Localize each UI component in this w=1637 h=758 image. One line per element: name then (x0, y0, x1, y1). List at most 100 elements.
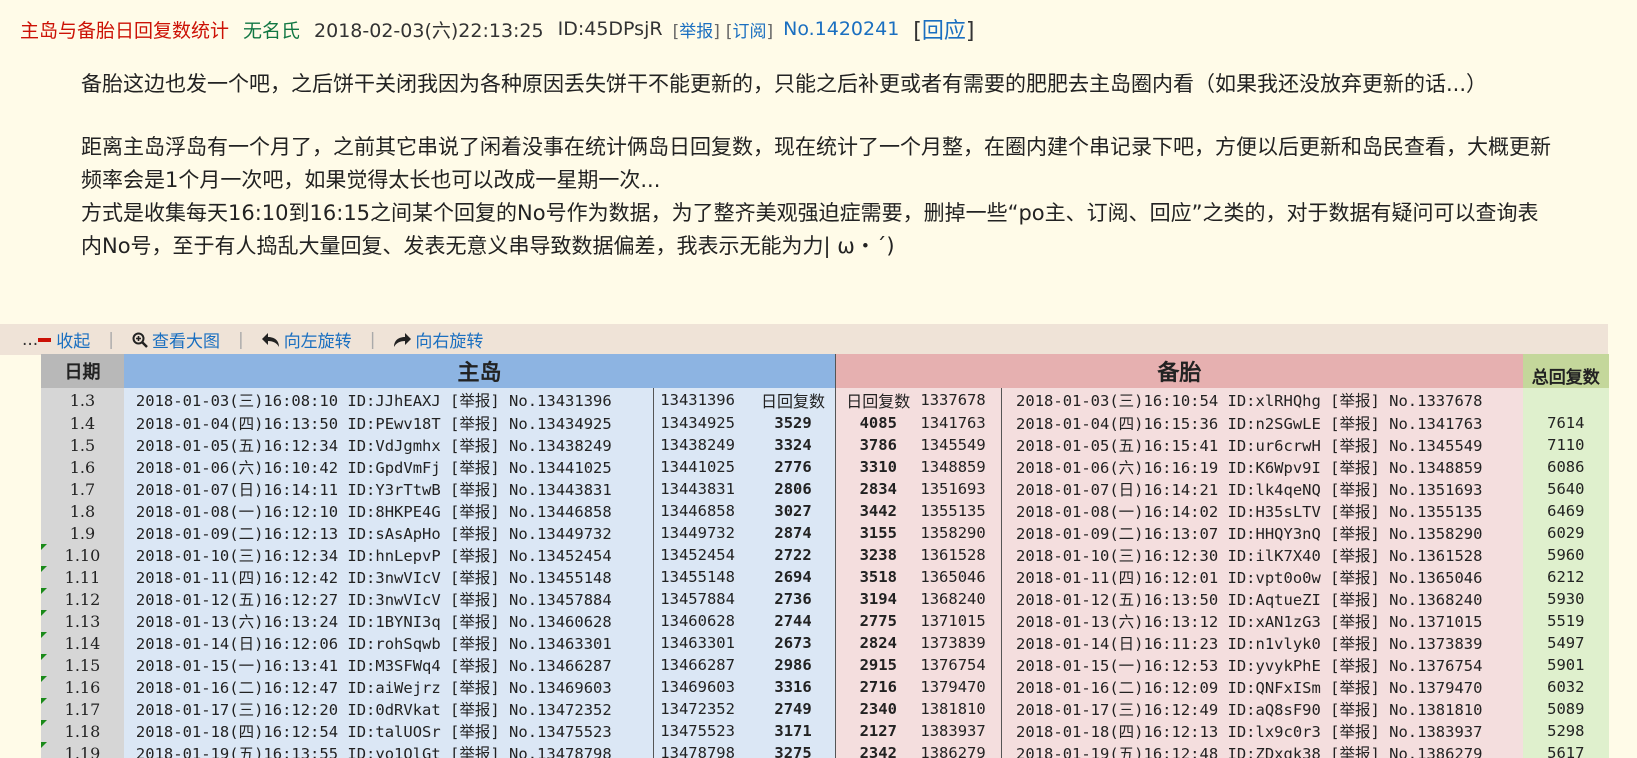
table-row: 1.13 2018-01-13(六)16:13:24 ID:1BYNI3q [举报… (41, 610, 1609, 632)
post-datetime: 2018-02-03(六)22:13:25 (314, 19, 544, 42)
backup-island-daily-count-text: 2340 (859, 700, 897, 718)
backup-island-no-text: 1348859 (920, 458, 986, 476)
backup-island-no: 1337678 (920, 388, 1003, 412)
total-daily-count: 5089 (1522, 698, 1609, 720)
main-island-record-text: 2018-01-17(三)16:12:20 ID:0dRVkat [举报] No… (135, 701, 612, 719)
table-row: 1.15 2018-01-15(一)16:13:41 ID:M3SFWq4 [举报… (41, 654, 1609, 676)
backup-island-no-text: 1358290 (920, 524, 986, 542)
report-link[interactable]: [举报] (673, 17, 720, 42)
backup-island-no: 1355135 (920, 500, 1003, 522)
row-date: 1.11 (41, 566, 124, 588)
backup-island-no: 1365046 (920, 566, 1003, 588)
backup-island-no-text: 1379470 (920, 678, 986, 696)
main-island-daily-count-text: 2874 (774, 524, 812, 542)
table-row: 1.4 2018-01-04(四)16:13:50 ID:PEwv18T [举报]… (41, 412, 1609, 434)
backup-island-record: 2018-01-12(五)16:13:50 ID:AqtueZI [举报] No… (1001, 588, 1523, 610)
post-content: 备胎这边也发一个吧，之后饼干关闭我因为各种原因丢失饼干不能更新的，只能之后补更或… (81, 68, 1551, 263)
subscribe-link[interactable]: [订阅] (726, 17, 773, 42)
comment-marker-icon (41, 632, 47, 638)
collapse-button[interactable]: 收起 (38, 327, 90, 352)
backup-island-no-text: 1386279 (920, 744, 986, 758)
backup-island-daily-count-text: 2342 (859, 744, 897, 758)
main-island-record-text: 2018-01-07(日)16:14:11 ID:Y3rTtwB [举报] No… (135, 481, 612, 499)
total-daily-count-text: 5089 (1547, 700, 1585, 718)
total-daily-count-text: 6032 (1547, 678, 1585, 696)
main-island-no-text: 13469603 (660, 678, 735, 696)
row-date: 1.4 (41, 412, 124, 434)
main-island-daily-count-text: 2986 (774, 656, 812, 674)
backup-island-no-text: 1361528 (920, 546, 986, 564)
backup-island-no-text: 1337678 (920, 391, 986, 409)
table-row: 1.8 2018-01-08(一)16:12:10 ID:8HKPE4G [举报]… (41, 500, 1609, 522)
view-large-button[interactable]: 查看大图 (132, 327, 220, 352)
row-date: 1.5 (41, 434, 124, 456)
post-number-link[interactable]: No.1420241 (783, 18, 899, 40)
backup-island-no: 1341763 (920, 412, 1003, 434)
backup-island-record-text: 2018-01-04(四)16:15:36 ID:n2SGwLE [举报] No… (1016, 415, 1483, 433)
main-island-record: 2018-01-07(日)16:14:11 ID:Y3rTtwB [举报] No… (123, 478, 655, 500)
post-title: 主岛与备胎日回复数统计 (20, 19, 230, 42)
poster-name: 无名氏 (243, 19, 301, 42)
main-island-daily-count: 3529 (750, 412, 837, 434)
total-daily-count: 6212 (1522, 566, 1609, 588)
backup-island-daily-count: 2716 (835, 676, 921, 698)
ellipsis: ... (22, 329, 39, 350)
main-island-no: 13469603 (653, 676, 751, 698)
backup-island-record: 2018-01-08(一)16:14:02 ID:H35sLTV [举报] No… (1001, 500, 1523, 522)
row-date: 1.15 (41, 654, 124, 676)
main-island-no-text: 13455148 (660, 568, 735, 586)
total-daily-count-text: 6086 (1547, 458, 1585, 476)
backup-island-record-text: 2018-01-11(四)16:12:01 ID:vpt0o0w [举报] No… (1016, 569, 1483, 587)
statistics-table-image[interactable]: 日期 主岛 备胎 总回复数 1.3 2018-01-03(三)16:08:10 I… (41, 354, 1609, 758)
backup-island-daily-count: 日回复数 (835, 388, 921, 412)
backup-island-record: 2018-01-11(四)16:12:01 ID:vpt0o0w [举报] No… (1001, 566, 1523, 588)
backup-island-no: 1358290 (920, 522, 1003, 544)
total-daily-count: 6469 (1522, 500, 1609, 522)
main-island-no: 13478798 (653, 742, 751, 758)
comment-marker-icon (41, 654, 47, 660)
main-island-daily-count: 2736 (750, 588, 837, 610)
backup-island-record-text: 2018-01-08(一)16:14:02 ID:H35sLTV [举报] No… (1016, 503, 1483, 521)
main-island-daily-count: 2749 (750, 698, 837, 720)
main-island-record: 2018-01-11(四)16:12:42 ID:3nwVIcV [举报] No… (123, 566, 655, 588)
row-date-text: 1.4 (69, 413, 96, 433)
rotate-left-button[interactable]: 向左旋转 (261, 327, 352, 352)
backup-island-record: 2018-01-13(六)16:13:12 ID:xAN1zG3 [举报] No… (1001, 610, 1523, 632)
rotate-right-button[interactable]: 向右旋转 (393, 327, 483, 352)
table-row: 1.6 2018-01-06(六)16:10:42 ID:GpdVmFj [举报]… (41, 456, 1609, 478)
col-header-total: 总回复数 (1522, 354, 1609, 388)
subheader-daily-count-backup: 日回复数 (846, 394, 911, 411)
backup-island-no: 1351693 (920, 478, 1003, 500)
backup-island-daily-count: 2127 (835, 720, 921, 742)
main-island-record: 2018-01-15(一)16:13:41 ID:M3SFWq4 [举报] No… (123, 654, 655, 676)
row-date-text: 1.10 (64, 545, 101, 565)
table-row: 1.7 2018-01-07(日)16:14:11 ID:Y3rTtwB [举报]… (41, 478, 1609, 500)
table-row: 1.19 2018-01-19(五)16:13:55 ID:yo1QlGt [举报… (41, 742, 1609, 758)
main-island-daily-count-text: 2722 (774, 546, 812, 564)
table-row: 1.9 2018-01-09(二)16:12:13 ID:sAsApHo [举报]… (41, 522, 1609, 544)
main-island-daily-count-text: 2694 (774, 568, 812, 586)
main-island-no-text: 13460628 (660, 612, 735, 630)
backup-island-record-text: 2018-01-06(六)16:16:19 ID:K6Wpv9I [举报] No… (1016, 459, 1483, 477)
main-island-no: 13438249 (653, 434, 751, 456)
backup-island-daily-count: 2834 (835, 478, 921, 500)
total-daily-count-text: 6469 (1547, 502, 1585, 520)
row-date-text: 1.19 (64, 743, 101, 758)
backup-island-record: 2018-01-07(日)16:14:21 ID:lk4qeNQ [举报] No… (1001, 478, 1523, 500)
backup-island-record-text: 2018-01-17(三)16:12:49 ID:aQ8sF90 [举报] No… (1016, 701, 1483, 719)
backup-island-daily-count: 2915 (835, 654, 921, 676)
main-island-no-text: 13466287 (660, 656, 735, 674)
main-island-record: 2018-01-08(一)16:12:10 ID:8HKPE4G [举报] No… (123, 500, 655, 522)
backup-island-no-text: 1371015 (920, 612, 986, 630)
main-island-no-text: 13472352 (660, 700, 735, 718)
col-header-main-island: 主岛 (123, 354, 837, 388)
backup-island-daily-count-text: 2775 (859, 612, 897, 630)
row-date-text: 1.15 (64, 655, 101, 675)
col-header-date: 日期 (41, 354, 124, 388)
backup-island-record: 2018-01-04(四)16:15:36 ID:n2SGwLE [举报] No… (1001, 412, 1523, 434)
backup-island-no-text: 1376754 (920, 656, 986, 674)
total-daily-count (1522, 388, 1609, 412)
backup-island-record-text: 2018-01-15(一)16:12:53 ID:yvykPhE [举报] No… (1016, 657, 1483, 675)
row-date-text: 1.13 (64, 611, 101, 631)
reply-link[interactable]: [回应] (913, 13, 974, 45)
